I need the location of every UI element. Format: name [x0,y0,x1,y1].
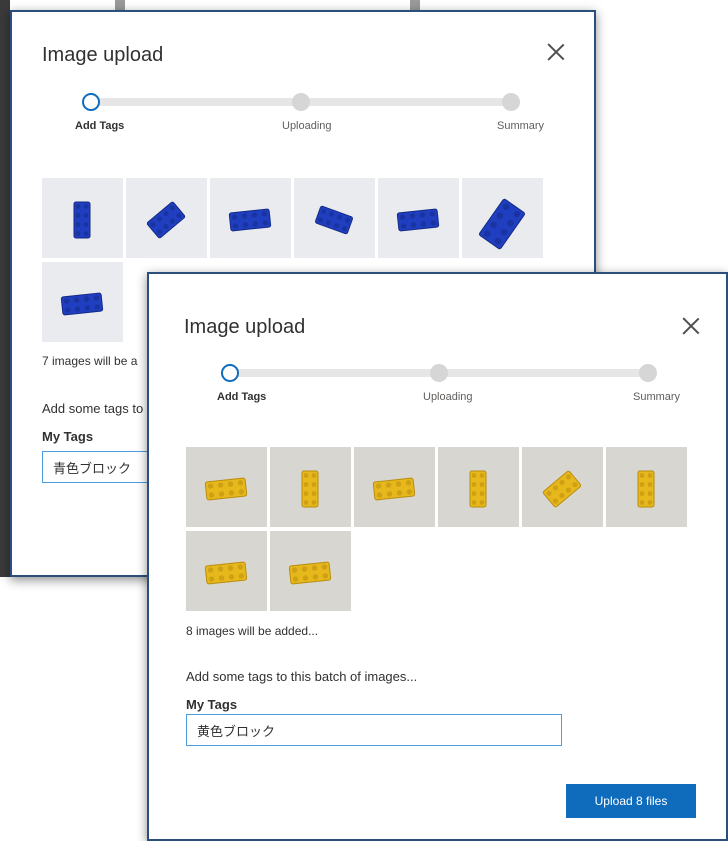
step-label-summary: Summary [633,391,681,403]
my-tags-label: My Tags [186,697,238,712]
my-tags-label: My Tags [42,429,94,444]
step-dot-uploading [292,93,310,111]
step-label-uploading: Uploading [423,391,473,403]
image-thumbnail [210,178,291,258]
step-dot-add-tags [221,364,239,382]
image-thumbnail [186,531,267,611]
image-count-status: 7 images will be a [42,354,138,368]
background-strip [0,0,10,577]
step-label-summary: Summary [497,120,545,132]
image-thumbnail [270,447,351,527]
background-strip [115,0,125,10]
progress-stepper: Add Tags Uploading Summary [149,274,726,403]
image-thumbnail [354,447,435,527]
tag-instruction: Add some tags to [42,401,144,416]
step-label-uploading: Uploading [282,120,332,132]
image-thumbnail [186,447,267,527]
progress-stepper: Add Tags Uploading Summary [12,12,594,132]
step-dot-summary [639,364,657,382]
step-dot-add-tags [82,93,100,111]
image-thumbnail [522,447,603,527]
step-dot-uploading [430,364,448,382]
image-thumbnail [462,178,543,258]
image-upload-dialog: Image upload Add Tags Uploading Summary … [147,272,728,841]
upload-files-button[interactable]: Upload 8 files [566,784,696,818]
tags-input[interactable] [186,714,562,746]
image-thumbnail [270,531,351,611]
image-thumbnail [42,262,123,342]
image-thumbnail [378,178,459,258]
image-thumbnail [606,447,687,527]
image-thumbnail [126,178,207,258]
tag-instruction: Add some tags to this batch of images... [186,669,418,684]
step-label-add-tags: Add Tags [75,120,125,132]
step-dot-summary [502,93,520,111]
image-count-status: 8 images will be added... [186,624,319,638]
image-thumbnail [42,178,123,258]
image-thumbnail [294,178,375,258]
image-thumbnail [438,447,519,527]
step-label-add-tags: Add Tags [217,391,267,403]
background-strip [410,0,420,10]
